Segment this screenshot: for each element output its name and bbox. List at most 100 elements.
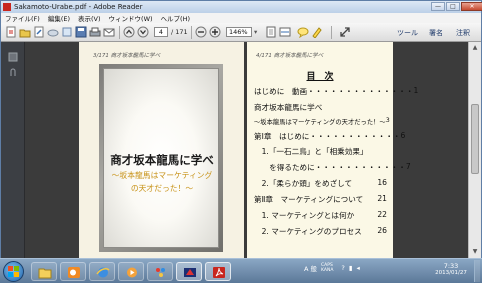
- toolbar-divider: [331, 26, 332, 39]
- help-icon[interactable]: ?: [341, 264, 344, 272]
- comment-bubble-icon[interactable]: [297, 26, 309, 39]
- game-taskbar-icon[interactable]: [176, 262, 202, 281]
- toc-entry-text: 2.「柔らか頭」をめざして: [254, 179, 353, 188]
- toc-entry-page: 1: [413, 86, 419, 95]
- expand-icon[interactable]: [339, 26, 351, 38]
- ie-taskbar-icon[interactable]: [89, 262, 115, 281]
- toc-entry[interactable]: ～坂本龍馬はマーケティングの天才だった！～ 3: [254, 117, 390, 126]
- menu-file[interactable]: ファイル(F): [5, 13, 40, 23]
- scrollbar-thumb[interactable]: [471, 104, 479, 174]
- caps-kana-indicator[interactable]: CAPS KANA: [321, 263, 337, 273]
- menu-window[interactable]: ウィンドウ(W): [109, 13, 153, 23]
- title-bar[interactable]: Sakamoto-Urabe.pdf - Adobe Reader: [1, 1, 481, 13]
- edit-pdf-icon[interactable]: [33, 26, 45, 38]
- save-icon[interactable]: [75, 26, 87, 38]
- clock-date: 2013/01/27: [435, 270, 467, 276]
- window-controls: — □ ✕: [430, 2, 482, 11]
- email-icon[interactable]: [103, 26, 115, 38]
- tools-button[interactable]: ツール: [397, 28, 418, 38]
- toc-entry-text: 第Ⅰ章 はじめに・・・・・・・・・・・・: [254, 132, 401, 141]
- book-cover: 商才坂本龍馬に学べ ～坂本龍馬はマーケティング の天才だった！～: [99, 64, 223, 252]
- cover-subtitle-line-1: ～坂本龍馬はマーケティング: [111, 171, 213, 180]
- menu-help[interactable]: ヘルプ(H): [161, 13, 190, 23]
- outlook-taskbar-icon[interactable]: [60, 262, 86, 281]
- previous-page-icon[interactable]: [123, 26, 135, 38]
- cloud-icon[interactable]: [47, 26, 59, 38]
- comment-button[interactable]: 注釈: [456, 28, 470, 38]
- adobe-reader-taskbar-icon[interactable]: [205, 262, 231, 281]
- toc-entry-page: 6: [400, 131, 406, 140]
- toc-entry[interactable]: 第Ⅰ章 はじめに・・・・・・・・・・・・ 6: [254, 131, 405, 142]
- cover-title: 商才坂本龍馬に学べ: [110, 153, 214, 167]
- ime-indicator[interactable]: A 般: [304, 263, 317, 273]
- next-page-icon[interactable]: [137, 26, 149, 38]
- running-head: 4/171 商才坂本龍馬に学べ: [256, 53, 324, 59]
- toc-entry-text: を得るために・・・・・・・・・・・・: [254, 163, 406, 172]
- toolbar-divider: [119, 26, 120, 39]
- toc-entry[interactable]: 1. マーケティングとは何か 22: [254, 210, 387, 221]
- toc-entry-page: 16: [377, 178, 387, 187]
- scroll-up-icon[interactable]: ▲: [471, 44, 479, 52]
- toc-entry-text: ～坂本龍馬はマーケティングの天才だった！～: [254, 119, 386, 126]
- page-total: / 171: [171, 28, 188, 36]
- pdf-app-icon: [3, 3, 11, 11]
- menu-view[interactable]: 表示(V): [78, 13, 101, 23]
- zoom-level-select[interactable]: 146%: [226, 27, 252, 37]
- toc-entry-page: 22: [377, 210, 387, 219]
- media-player-taskbar-icon[interactable]: [118, 262, 144, 281]
- toc-entry[interactable]: 2.「柔らか頭」をめざして 16: [254, 178, 387, 189]
- toc-entry-page: 3: [385, 117, 390, 124]
- cover-panel: 商才坂本龍馬に学べ ～坂本龍馬はマーケティング の天才だった！～: [103, 68, 219, 248]
- network-icon[interactable]: ▮: [349, 264, 353, 272]
- windows-taskbar: A 般 CAPS KANA ? ▮ ◂ 7:33 2013/01/27: [0, 258, 482, 283]
- menu-edit[interactable]: 編集(E): [48, 13, 70, 23]
- paint-taskbar-icon[interactable]: [147, 262, 173, 281]
- toolbar-divider: [191, 26, 192, 39]
- toc-entry-text: 商才坂本龍馬に学べ: [254, 103, 323, 112]
- toc-entry[interactable]: を得るために・・・・・・・・・・・・ 7: [254, 162, 411, 173]
- system-tray: A 般 CAPS KANA ? ▮ ◂: [304, 263, 364, 273]
- toc-entry[interactable]: 商才坂本龍馬に学べ: [254, 102, 387, 113]
- highlight-icon[interactable]: [311, 26, 323, 39]
- sign-button[interactable]: 署名: [429, 28, 443, 38]
- toc-entry[interactable]: 1.「一石二鳥」と「相乗効果」: [254, 146, 387, 157]
- print-icon[interactable]: [89, 26, 101, 38]
- toc-entry[interactable]: 2. マーケティングのプロセス 26: [254, 226, 387, 237]
- zoom-in-icon[interactable]: [209, 26, 221, 38]
- chevron-down-icon[interactable]: ▾: [254, 28, 257, 36]
- fit-width-icon[interactable]: [279, 26, 291, 38]
- open-folder-icon[interactable]: [19, 26, 31, 38]
- adobe-reader-window: Sakamoto-Urabe.pdf - Adobe Reader — □ ✕ …: [0, 0, 482, 259]
- cover-subtitle-line-2: の天才だった！～: [130, 184, 194, 193]
- toc-entry-text: 2. マーケティングのプロセス: [254, 227, 362, 236]
- scroll-down-icon[interactable]: ▼: [471, 248, 479, 256]
- create-pdf-icon[interactable]: [5, 26, 17, 38]
- taskbar-clock[interactable]: 7:33 2013/01/27: [432, 262, 470, 276]
- menu-bar: ファイル(F) 編集(E) 表示(V) ウィンドウ(W) ヘルプ(H): [1, 13, 481, 23]
- toc-title: 目 次: [306, 72, 334, 82]
- minimize-button[interactable]: —: [431, 2, 445, 11]
- navigation-pane: [1, 42, 25, 259]
- toc-entry-text: 1. マーケティングとは何か: [254, 211, 355, 220]
- explorer-taskbar-icon[interactable]: [31, 262, 57, 281]
- volume-icon[interactable]: ◂: [356, 264, 359, 272]
- zoom-out-icon[interactable]: [195, 26, 207, 38]
- page-number-input[interactable]: 4: [154, 27, 168, 37]
- toc-entry[interactable]: はじめに 動画・・・・・・・・・・・・・・ 1: [254, 86, 418, 97]
- toc-entry[interactable]: 第Ⅱ章 マーケティングについて 21: [254, 194, 387, 205]
- vertical-scrollbar[interactable]: ▲ ▼: [468, 42, 481, 259]
- share-icon[interactable]: [61, 26, 73, 38]
- toc-entry-text: 1.「一石二鳥」と「相乗効果」: [254, 147, 368, 156]
- maximize-button[interactable]: □: [446, 2, 460, 11]
- pdf-page-4: 4/171 商才坂本龍馬に学べ 目 次 はじめに 動画・・・・・・・・・・・・・…: [247, 42, 418, 259]
- toc-entry-page: 26: [377, 226, 387, 235]
- close-button[interactable]: ✕: [461, 2, 482, 11]
- show-desktop-button[interactable]: [474, 260, 480, 282]
- fit-page-icon[interactable]: [265, 26, 277, 38]
- attachment-clip-icon[interactable]: [8, 68, 18, 78]
- page-thumbnails-icon[interactable]: [8, 52, 18, 62]
- window-title: Sakamoto-Urabe.pdf - Adobe Reader: [14, 3, 143, 11]
- toc-entry-page: 21: [377, 194, 387, 203]
- start-orb-icon[interactable]: [3, 261, 24, 282]
- running-head: 3/171 商才坂本龍馬に学べ: [93, 53, 161, 59]
